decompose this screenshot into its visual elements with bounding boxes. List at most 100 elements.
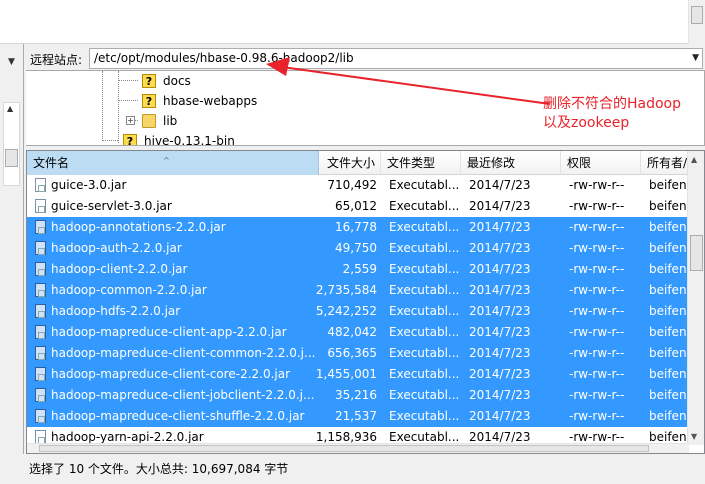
annotation-line-2: 以及zookeep — [543, 115, 630, 131]
file-owner-cell: beifeng — [649, 283, 689, 297]
file-icon — [35, 262, 46, 276]
table-row[interactable]: hadoop-mapreduce-client-core-2.2.0.jar 1,… — [27, 364, 689, 385]
file-owner-cell: beifeng — [649, 388, 689, 402]
chevron-down-icon[interactable]: ▼ — [3, 54, 20, 71]
file-date-cell: 2014/7/23 — [469, 241, 531, 255]
column-header-filename[interactable]: ^ 文件名 — [27, 151, 319, 175]
file-size-cell: 1,455,001 — [315, 367, 377, 381]
file-permissions-cell: -rw-rw-r-- — [569, 199, 625, 213]
column-header-permissions[interactable]: 权限 — [561, 151, 641, 175]
file-name-cell: hadoop-annotations-2.2.0.jar — [35, 217, 319, 238]
file-name-cell: hadoop-common-2.2.0.jar — [35, 280, 319, 301]
file-name-cell: hadoop-hdfs-2.2.0.jar — [35, 301, 319, 322]
annotation-text: 删除不符合的Hadoop 以及zookeep — [543, 95, 681, 133]
file-permissions-cell: -rw-rw-r-- — [569, 367, 625, 381]
file-list-rows: guice-3.0.jar 710,492 Executabl... 2014/7/2… — [27, 175, 689, 445]
table-row[interactable]: hadoop-mapreduce-client-shuffle-2.2.0.ja… — [27, 406, 689, 427]
file-size-cell: 21,537 — [335, 409, 377, 423]
file-permissions-cell: -rw-rw-r-- — [569, 262, 625, 276]
file-owner-cell: beifeng — [649, 241, 689, 255]
file-name: hadoop-mapreduce-client-common-2.2.0.j..… — [51, 346, 316, 360]
file-icon — [35, 283, 46, 297]
tree-item-label: docs — [163, 74, 191, 88]
expand-icon[interactable]: + — [126, 116, 135, 125]
table-row[interactable]: hadoop-mapreduce-client-app-2.2.0.jar 482… — [27, 322, 689, 343]
file-type-cell: Executabl... — [389, 241, 460, 255]
file-permissions-cell: -rw-rw-r-- — [569, 388, 625, 402]
file-name: guice-servlet-3.0.jar — [51, 199, 172, 213]
tree-connector — [102, 71, 103, 141]
scrollbar-thumb[interactable] — [690, 235, 703, 271]
file-owner-cell: beifeng — [649, 409, 689, 423]
column-header-modified[interactable]: 最近修改 — [461, 151, 561, 175]
tree-item-hive[interactable]: ? hive-0.13.1-bin — [123, 131, 235, 145]
file-size-cell: 2,559 — [342, 262, 377, 276]
column-header-label: 文件大小 — [326, 156, 375, 170]
question-folder-icon: ? — [123, 134, 137, 145]
chevron-down-icon[interactable]: ▼ — [692, 49, 699, 68]
column-header-owner[interactable]: 所有者/ — [641, 151, 689, 175]
top-pane-scrollbar[interactable] — [688, 0, 705, 44]
file-name-cell: guice-servlet-3.0.jar — [35, 196, 319, 217]
tree-item-hbase-webapps[interactable]: ? hbase-webapps — [142, 91, 257, 111]
file-permissions-cell: -rw-rw-r-- — [569, 220, 625, 234]
table-row[interactable]: guice-3.0.jar 710,492 Executabl... 2014/7/2… — [27, 175, 689, 196]
file-list-horizontal-scrollbar[interactable] — [27, 443, 689, 453]
file-size-cell: 482,042 — [327, 325, 377, 339]
remote-file-list: ^ 文件名 文件大小 文件类型 最近修改 权限 所有者/ guice-3.0.j… — [26, 150, 705, 454]
local-tree-scrollbar[interactable]: ▲ — [3, 102, 20, 186]
scrollbar-thumb[interactable] — [5, 149, 18, 167]
tree-item-docs[interactable]: ? docs — [142, 71, 191, 91]
file-icon — [35, 325, 46, 339]
column-header-label: 最近修改 — [467, 156, 516, 170]
file-name-cell: hadoop-auth-2.2.0.jar — [35, 238, 319, 259]
file-icon — [35, 220, 46, 234]
column-header-label: 文件类型 — [387, 156, 436, 170]
chevron-up-icon[interactable]: ▲ — [691, 155, 697, 164]
tree-connector — [118, 100, 138, 101]
scrollbar-thumb[interactable] — [39, 445, 649, 452]
tree-connector — [118, 71, 119, 143]
file-date-cell: 2014/7/23 — [469, 262, 531, 276]
file-type-cell: Executabl... — [389, 262, 460, 276]
table-row[interactable]: hadoop-annotations-2.2.0.jar 16,778 Execut… — [27, 217, 689, 238]
file-icon — [35, 304, 46, 318]
chevron-up-icon[interactable]: ▲ — [7, 104, 13, 113]
file-owner-cell: beifeng — [649, 199, 689, 213]
file-type-cell: Executabl... — [389, 367, 460, 381]
file-name: guice-3.0.jar — [51, 178, 127, 192]
question-folder-icon: ? — [142, 94, 156, 108]
scrollbar-thumb[interactable] — [691, 6, 703, 24]
file-icon — [35, 367, 46, 381]
file-type-cell: Executabl... — [389, 199, 460, 213]
file-name: hadoop-common-2.2.0.jar — [51, 283, 207, 297]
file-icon — [35, 241, 46, 255]
file-name-cell: hadoop-client-2.2.0.jar — [35, 259, 319, 280]
table-row[interactable]: hadoop-mapreduce-client-common-2.2.0.j..… — [27, 343, 689, 364]
file-list-vertical-scrollbar[interactable]: ▲ ▼ — [687, 151, 704, 445]
tree-item-lib[interactable]: lib — [142, 111, 177, 131]
file-owner-cell: beifeng — [649, 220, 689, 234]
table-row[interactable]: hadoop-common-2.2.0.jar 2,735,584 Executab… — [27, 280, 689, 301]
file-size-cell: 65,012 — [335, 199, 377, 213]
question-folder-icon: ? — [142, 74, 156, 88]
column-header-size[interactable]: 文件大小 — [319, 151, 381, 175]
file-owner-cell: beifeng — [649, 178, 689, 192]
table-row[interactable]: hadoop-client-2.2.0.jar 2,559 Executabl...… — [27, 259, 689, 280]
chevron-down-icon[interactable]: ▼ — [691, 432, 697, 441]
table-row[interactable]: guice-servlet-3.0.jar 65,012 Executabl... 2… — [27, 196, 689, 217]
column-header-type[interactable]: 文件类型 — [381, 151, 461, 175]
file-date-cell: 2014/7/23 — [469, 220, 531, 234]
annotation-line-1: 删除不符合的Hadoop — [543, 96, 682, 112]
file-size-cell: 5,242,252 — [315, 304, 377, 318]
table-row[interactable]: hadoop-auth-2.2.0.jar 49,750 Executabl... 2… — [27, 238, 689, 259]
tree-item-label: hbase-webapps — [163, 94, 258, 108]
file-date-cell: 2014/7/23 — [469, 325, 531, 339]
file-owner-cell: beifeng — [649, 367, 689, 381]
table-row[interactable]: hadoop-hdfs-2.2.0.jar 5,242,252 Executabl.… — [27, 301, 689, 322]
file-date-cell: 2014/7/23 — [469, 283, 531, 297]
file-icon — [35, 388, 46, 402]
file-size-cell: 2,735,584 — [315, 283, 377, 297]
table-row[interactable]: hadoop-mapreduce-client-jobclient-2.2.0.… — [27, 385, 689, 406]
file-name-cell: hadoop-mapreduce-client-core-2.2.0.jar — [35, 364, 319, 385]
